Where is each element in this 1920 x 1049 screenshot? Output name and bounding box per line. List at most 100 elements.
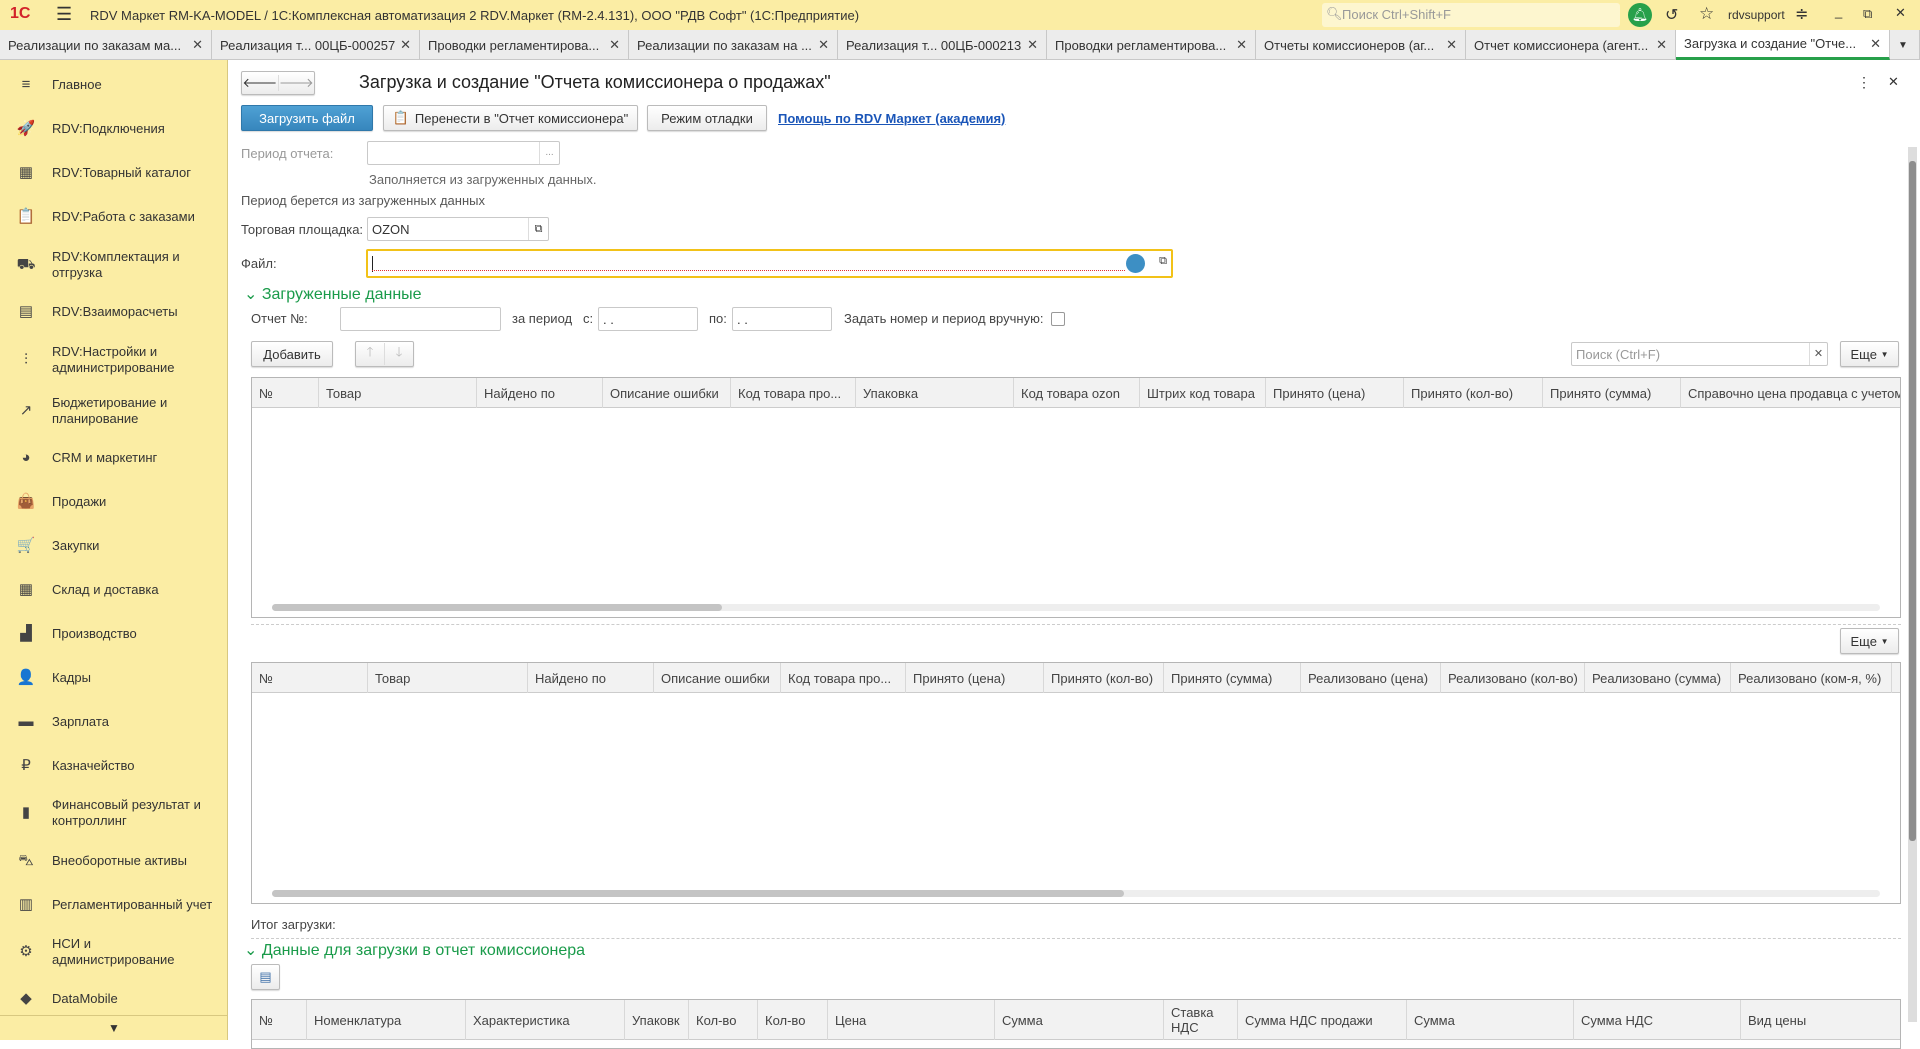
file-select-button[interactable] <box>1126 254 1145 273</box>
close-tab-icon[interactable]: ✕ <box>1027 37 1038 53</box>
column-header[interactable]: Кол-во <box>689 1000 758 1040</box>
horizontal-scrollbar[interactable] <box>272 604 1880 611</box>
column-header[interactable]: Принято (сумма) <box>1164 663 1301 693</box>
sidebar-item[interactable]: ◕ CRM и маркетинг <box>0 442 228 474</box>
clear-search-icon[interactable]: ✕ <box>1809 343 1827 365</box>
sidebar-item[interactable]: ⫶ RDV:Настройки и администрирование <box>0 344 228 376</box>
scrollbar-thumb[interactable] <box>272 604 723 611</box>
column-header[interactable]: Принято (кол-во) <box>1044 663 1164 693</box>
column-header[interactable]: Кол-во <box>758 1000 828 1040</box>
open-file-icon[interactable]: ⧉ <box>1159 255 1167 268</box>
sidebar-item[interactable]: ▦ RDV:Товарный каталог <box>0 157 228 189</box>
close-form-icon[interactable]: ✕ <box>1888 74 1899 90</box>
notifications-bell-icon[interactable]: 🔔︎ <box>1628 3 1652 27</box>
marketplace-input[interactable]: OZON ⧉ <box>367 217 549 241</box>
history-icon[interactable]: ↺ <box>1665 5 1678 25</box>
favorites-star-icon[interactable]: ☆ <box>1699 4 1714 24</box>
sidebar-item[interactable]: ▟ Производство <box>0 618 228 650</box>
tab[interactable]: Проводки регламентирова... ✕ <box>420 30 629 60</box>
tab[interactable]: Проводки регламентирова... ✕ <box>1047 30 1256 60</box>
sidebar-item[interactable]: ◆ DataMobile <box>0 983 228 1015</box>
close-tab-icon[interactable]: ✕ <box>1870 36 1881 52</box>
sidebar-item[interactable]: ▬ Зарплата <box>0 706 228 738</box>
sidebar-item[interactable]: 👜 Продажи <box>0 486 228 518</box>
sidebar-item[interactable]: 📋 RDV:Работа с заказами <box>0 201 228 233</box>
vertical-scrollbar[interactable] <box>1908 147 1917 1022</box>
close-tab-icon[interactable]: ✕ <box>818 37 829 53</box>
main-menu-icon[interactable]: ☰ <box>56 4 72 25</box>
column-header[interactable]: Характеристика <box>466 1000 625 1040</box>
commission-data-section[interactable]: ⌄ Данные для загрузки в отчет комиссионе… <box>244 940 585 960</box>
tab[interactable]: Отчет комиссионера (агент... ✕ <box>1466 30 1676 60</box>
loaded-data-table[interactable]: № Товар Найдено по Описание ошибки Код товар… <box>251 377 1901 618</box>
transfer-button[interactable]: 📋 Перенести в "Отчет комиссионера" <box>383 105 638 131</box>
column-header[interactable]: Штрих код товара <box>1140 378 1266 408</box>
column-header[interactable]: Описание ошибки <box>603 378 731 408</box>
sidebar-item[interactable]: ₽ Казначейство <box>0 750 228 782</box>
column-header[interactable]: Код товара про... <box>781 663 906 693</box>
tab[interactable]: Отчеты комиссионеров (аг... ✕ <box>1256 30 1466 60</box>
column-header[interactable]: Товар <box>319 378 477 408</box>
loaded-data-section[interactable]: ⌄ Загруженные данные <box>244 284 422 304</box>
column-header[interactable]: Найдено по <box>477 378 603 408</box>
column-header[interactable]: Номенклатура <box>307 1000 466 1040</box>
close-tab-icon[interactable]: ✕ <box>1236 37 1247 53</box>
add-button[interactable]: Добавить <box>251 341 333 367</box>
column-header[interactable]: Упаковк <box>625 1000 689 1040</box>
help-link[interactable]: Помощь по RDV Маркет (академия) <box>778 111 1005 126</box>
tab[interactable]: Реализации по заказам на ... ✕ <box>629 30 838 60</box>
column-header[interactable]: Вид цены <box>1741 1000 1900 1040</box>
sidebar-item[interactable]: ⛍ Внеоборотные активы <box>0 845 228 877</box>
commission-data-table[interactable]: № Номенклатура Характеристика Упаковк Кол-во… <box>251 999 1901 1049</box>
scrollbar-thumb[interactable] <box>272 890 1125 897</box>
sidebar-item[interactable]: ▤ RDV:Взаиморасчеты <box>0 296 228 328</box>
column-header[interactable]: Справочно цена продавца с учетом <box>1681 378 1900 408</box>
column-header[interactable]: Упаковка <box>856 378 1014 408</box>
settings-menu-icon[interactable]: ≑ <box>1795 4 1808 24</box>
close-tab-icon[interactable]: ✕ <box>1656 37 1667 53</box>
restore-icon[interactable]: ⧉ <box>1863 6 1872 22</box>
horizontal-scrollbar[interactable] <box>272 890 1880 897</box>
back-arrow-icon[interactable]: 🡐 <box>242 75 278 91</box>
debug-mode-button[interactable]: Режим отладки <box>647 105 767 131</box>
tab[interactable]: Загрузка и создание "Отче... ✕ <box>1676 30 1890 60</box>
load-file-button[interactable]: Загрузить файл <box>241 105 373 131</box>
more-button[interactable]: Еще ▼ <box>1840 341 1899 367</box>
column-header[interactable]: Реализовано (цена) <box>1301 663 1441 693</box>
vertical-scrollbar-thumb[interactable] <box>1909 161 1916 841</box>
sidebar-item[interactable]: ↗ Бюджетирование и планирование <box>0 395 228 427</box>
sidebar-scroll-down-icon[interactable]: ▼ <box>0 1015 228 1040</box>
sidebar-item[interactable]: ⛟ RDV:Комплектация и отгрузка <box>0 249 228 281</box>
sidebar-item[interactable]: ≡ Главное <box>0 69 228 101</box>
move-down-icon[interactable]: 🡓 <box>384 343 413 365</box>
column-header[interactable]: Принято (кол-во) <box>1404 378 1543 408</box>
column-header[interactable]: Реализовано (ком-я, %) <box>1731 663 1892 693</box>
column-header[interactable]: Код товара ozon <box>1014 378 1140 408</box>
close-tab-icon[interactable]: ✕ <box>1446 37 1457 53</box>
column-header[interactable]: Сумма НДС продажи <box>1238 1000 1407 1040</box>
column-header[interactable]: Принято (цена) <box>906 663 1044 693</box>
tabs-dropdown-icon[interactable]: ▼ <box>1890 30 1920 60</box>
fill-button[interactable]: ▤ <box>251 964 280 990</box>
sidebar-item[interactable]: ▦ Склад и доставка <box>0 574 228 606</box>
tab[interactable]: Реализации по заказам ма... ✕ <box>0 30 212 60</box>
tab[interactable]: Реализация т... 00ЦБ-000213 ✕ <box>838 30 1047 60</box>
column-header[interactable]: Товар <box>368 663 528 693</box>
column-header[interactable]: Ставка НДС <box>1164 1000 1238 1040</box>
column-header[interactable]: Код товара про... <box>731 378 856 408</box>
column-header[interactable]: Реализовано (кол-во) <box>1441 663 1585 693</box>
user-name[interactable]: rdvsupport <box>1728 8 1785 22</box>
sidebar-item[interactable]: 👤 Кадры <box>0 662 228 694</box>
report-no-input[interactable] <box>340 307 501 331</box>
open-icon[interactable]: ⧉ <box>528 218 548 240</box>
more-button-2[interactable]: Еще ▼ <box>1840 628 1899 654</box>
table-search-input[interactable]: Поиск (Ctrl+F) ✕ <box>1571 342 1828 366</box>
column-header[interactable]: Сумма НДС <box>1574 1000 1741 1040</box>
close-tab-icon[interactable]: ✕ <box>609 37 620 53</box>
column-header[interactable]: Цена <box>828 1000 995 1040</box>
column-header[interactable]: Описание ошибки <box>654 663 781 693</box>
column-header[interactable]: № <box>252 378 319 408</box>
column-header[interactable]: Найдено по <box>528 663 654 693</box>
global-search-input[interactable]: 🔍︎ Поиск Ctrl+Shift+F <box>1322 3 1620 27</box>
close-tab-icon[interactable]: ✕ <box>400 37 411 53</box>
